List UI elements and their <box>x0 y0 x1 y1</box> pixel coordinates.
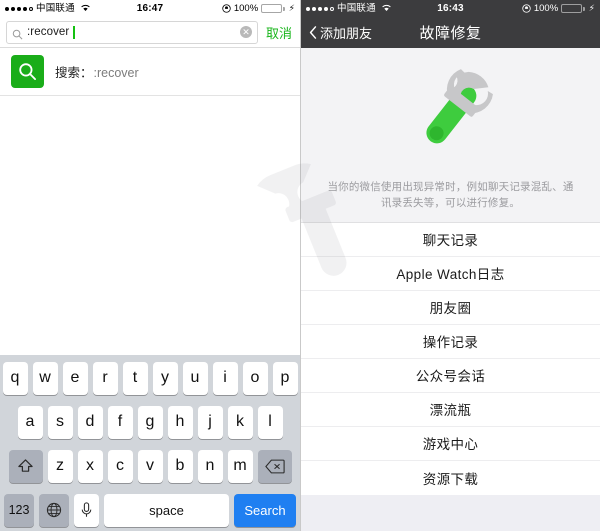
list-item[interactable]: 聊天记录 <box>301 222 600 257</box>
battery-percent: 100% <box>233 2 259 14</box>
key-p[interactable]: p <box>272 361 298 395</box>
search-result-label: 搜索：:recover <box>55 62 139 81</box>
key-u[interactable]: u <box>182 361 208 395</box>
key-x[interactable]: x <box>77 449 103 483</box>
list-item-label: 操作记录 <box>422 335 479 351</box>
backspace-delete-icon[interactable] <box>257 449 292 483</box>
list-item-label: 游戏中心 <box>422 437 479 453</box>
keyboard-row-4: 123 space Search <box>2 492 298 528</box>
key-o[interactable]: o <box>242 361 268 395</box>
lightning-bolt-icon: ⚡ <box>288 3 295 13</box>
search-input[interactable]: :recover ✕ <box>6 20 258 44</box>
clear-circle-icon[interactable]: ✕ <box>239 26 252 38</box>
key-n[interactable]: n <box>197 449 223 483</box>
chevron-left-icon <box>309 26 317 39</box>
repair-page-body: 当你的微信使用出现异常时，例如聊天记录混乱、通讯录丢失等，可以进行修复。 聊天记… <box>301 48 600 531</box>
list-item[interactable]: 游戏中心 <box>301 426 600 461</box>
list-item-label: 漂流瓶 <box>429 403 472 419</box>
status-bar-right-group: 100% ⚡ <box>522 4 595 14</box>
lightning-bolt-icon: ⚡ <box>588 3 595 13</box>
search-result-row[interactable]: 搜索：:recover <box>0 48 300 96</box>
back-button[interactable]: 添加朋友 <box>309 23 372 42</box>
cancel-button[interactable]: 取消 <box>264 23 294 42</box>
numbers-key[interactable]: 123 <box>4 493 34 527</box>
search-icon <box>11 55 44 88</box>
keyboard-row-3: z x c v b n m <box>2 448 298 484</box>
navigation-bar: 添加朋友 故障修复 <box>301 17 600 48</box>
rotation-lock-icon <box>222 4 231 13</box>
list-item-label: 朋友圈 <box>429 301 472 317</box>
dual-screenshot-container: 中国联通 16:47 100% ⚡:recover ✕ 取消 搜索：:reco… <box>0 0 600 531</box>
key-s[interactable]: s <box>47 405 73 439</box>
search-bar: :recover ✕ 取消 <box>0 17 300 48</box>
list-item-label: 资源下载 <box>422 471 479 487</box>
battery-icon <box>261 3 285 14</box>
back-button-label: 添加朋友 <box>320 26 373 41</box>
list-item[interactable]: 公众号会话 <box>301 358 600 393</box>
key-d[interactable]: d <box>77 405 103 439</box>
battery-icon <box>561 3 585 14</box>
key-m[interactable]: m <box>227 449 253 483</box>
space-key[interactable]: space <box>104 493 229 527</box>
list-footer-spacer <box>301 494 600 531</box>
key-b[interactable]: b <box>167 449 193 483</box>
shift-up-arrow-icon[interactable] <box>8 449 43 483</box>
search-icon <box>12 27 23 39</box>
status-bar-right-group: 100% ⚡ <box>222 4 295 14</box>
search-result-query: :recover <box>93 66 139 80</box>
on-screen-keyboard: q w e r t y u i o p a s d f g h j k l z … <box>0 355 300 531</box>
text-cursor <box>73 25 75 39</box>
key-r[interactable]: r <box>92 361 118 395</box>
key-k[interactable]: k <box>227 405 253 439</box>
list-item[interactable]: 朋友圈 <box>301 290 600 325</box>
key-i[interactable]: i <box>212 361 238 395</box>
keyboard-row-1: q w e r t y u i o p <box>2 360 298 396</box>
list-item[interactable]: 漂流瓶 <box>301 392 600 427</box>
search-result-prefix: 搜索： <box>55 66 93 80</box>
key-v[interactable]: v <box>137 449 163 483</box>
keyboard-row-2: a s d f g h j k l <box>2 404 298 440</box>
list-item-label: 公众号会话 <box>415 369 486 385</box>
left-phone-screen: 中国联通 16:47 100% ⚡:recover ✕ 取消 搜索：:reco… <box>0 0 300 531</box>
key-w[interactable]: w <box>32 361 58 395</box>
repair-options-list: 聊天记录 Apple Watch日志 朋友圈 操作记录 公众号会话 漂流瓶 游戏… <box>301 221 600 495</box>
microphone-icon[interactable] <box>74 493 99 527</box>
status-bar-left: 中国联通 16:47 100% ⚡ <box>0 0 300 17</box>
key-c[interactable]: c <box>107 449 133 483</box>
wrench-tool-icon <box>392 62 510 167</box>
globe-language-icon[interactable] <box>39 493 69 527</box>
key-z[interactable]: z <box>47 449 73 483</box>
list-item-label: 聊天记录 <box>422 233 479 249</box>
hero-illustration <box>301 48 600 173</box>
battery-percent: 100% <box>533 2 559 14</box>
key-h[interactable]: h <box>167 405 193 439</box>
list-item-label: Apple Watch日志 <box>396 267 505 283</box>
rotation-lock-icon <box>522 4 531 13</box>
list-item[interactable]: Apple Watch日志 <box>301 256 600 291</box>
status-bar-right: 中国联通 16:43 100% ⚡ <box>301 0 600 17</box>
list-item[interactable]: 资源下载 <box>301 460 600 495</box>
right-phone-screen: 中国联通 16:43 100% ⚡ 添加朋友 故障修复 当你的微信使用出现异常时… <box>300 0 600 531</box>
key-f[interactable]: f <box>107 405 133 439</box>
key-y[interactable]: y <box>152 361 178 395</box>
repair-description: 当你的微信使用出现异常时，例如聊天记录混乱、通讯录丢失等，可以进行修复。 <box>327 181 574 210</box>
keyboard-search-key[interactable]: Search <box>234 493 296 527</box>
search-input-value: :recover <box>27 26 70 38</box>
key-t[interactable]: t <box>122 361 148 395</box>
key-l[interactable]: l <box>257 405 283 439</box>
key-e[interactable]: e <box>62 361 88 395</box>
key-g[interactable]: g <box>137 405 163 439</box>
key-q[interactable]: q <box>2 361 28 395</box>
list-item[interactable]: 操作记录 <box>301 324 600 359</box>
key-a[interactable]: a <box>17 405 43 439</box>
key-j[interactable]: j <box>197 405 223 439</box>
